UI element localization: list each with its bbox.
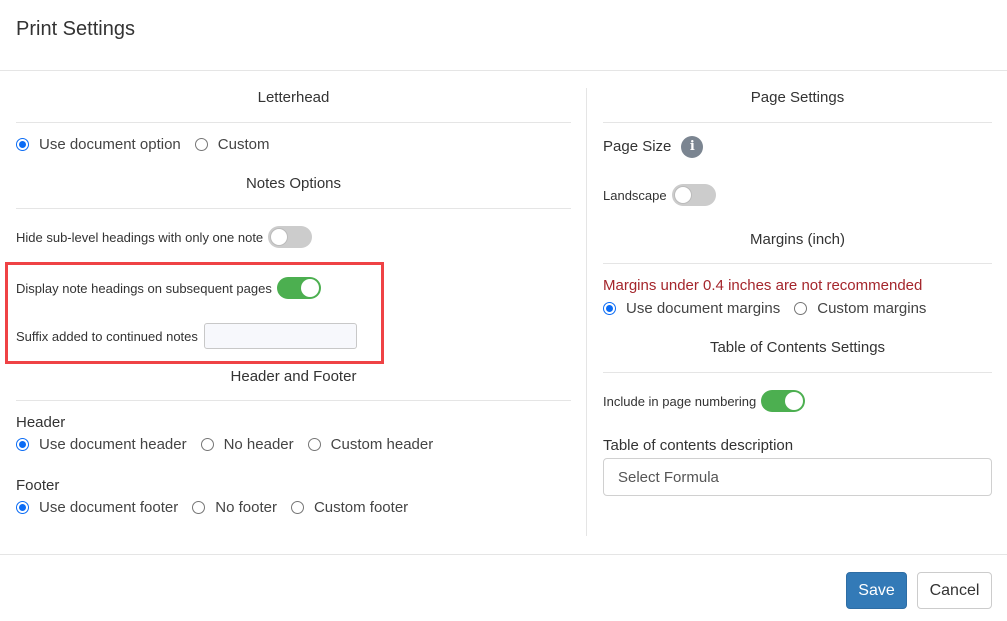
letterhead-divider — [16, 122, 571, 123]
cancel-button[interactable]: Cancel — [917, 572, 992, 609]
radio-custom-header[interactable]: Custom header — [307, 436, 434, 453]
radio-use-document-option[interactable]: Use document option — [16, 136, 181, 153]
radio-use-document-header[interactable]: Use document header — [16, 436, 187, 453]
radio-use-document-footer[interactable]: Use document footer — [16, 499, 178, 516]
suffix-input[interactable] — [203, 323, 357, 349]
margins-title: Margins (inch) — [749, 231, 846, 248]
header-footer-divider — [16, 400, 571, 401]
letterhead-title: Letterhead — [257, 89, 330, 106]
radio-custom-margins[interactable]: Custom margins — [794, 300, 926, 317]
info-icon[interactable]: i — [681, 136, 704, 158]
radio-label: Use document footer — [39, 499, 179, 516]
landscape-toggle[interactable] — [671, 184, 716, 206]
toggle-knob — [785, 392, 804, 410]
modal-title: Print Settings — [16, 18, 135, 40]
hide-sub-level-label: Hide sub-level headings with only one no… — [16, 229, 264, 245]
landscape-row: Landscape — [603, 184, 716, 206]
notes-options-divider — [16, 208, 571, 209]
radio-label: No footer — [215, 499, 277, 516]
radio-custom-letterhead[interactable]: Custom — [194, 136, 270, 153]
radio-button[interactable] — [794, 302, 808, 315]
include-numbering-toggle[interactable] — [761, 390, 806, 412]
radio-custom-footer[interactable]: Custom footer — [290, 499, 409, 516]
page-size-row: Page Size i — [603, 136, 704, 158]
radio-no-header[interactable]: No header — [200, 436, 294, 453]
radio-use-document-margins[interactable]: Use document margins — [603, 300, 780, 317]
letterhead-radio-group: Use document option Custom — [16, 136, 283, 153]
radio-label: Custom margins — [817, 300, 927, 317]
radio-button[interactable] — [16, 501, 29, 514]
radio-button[interactable] — [16, 438, 29, 451]
header-radio-group: Use document header No header Custom hea… — [16, 436, 447, 453]
margins-radio-group: Use document margins Custom margins — [603, 300, 940, 317]
column-divider — [586, 88, 587, 536]
toc-title: Table of Contents Settings — [709, 339, 886, 356]
toc-description-select[interactable]: Select Formula — [603, 458, 992, 496]
header-divider — [0, 70, 1007, 71]
page-settings-title: Page Settings — [750, 89, 845, 106]
margins-warning: Margins under 0.4 inches are not recomme… — [603, 277, 923, 294]
radio-button[interactable] — [290, 501, 304, 514]
display-note-headings-label: Display note headings on subsequent page… — [16, 280, 272, 296]
notes-options-title: Notes Options — [245, 175, 342, 192]
footer-divider — [0, 554, 1007, 555]
toggle-knob — [270, 228, 289, 246]
suffix-label: Suffix added to continued notes — [16, 328, 198, 344]
display-note-headings-toggle[interactable] — [276, 277, 321, 299]
radio-no-footer[interactable]: No footer — [192, 499, 277, 516]
radio-button[interactable] — [307, 438, 321, 451]
radio-button[interactable] — [194, 138, 208, 151]
page-size-label: Page Size — [603, 137, 672, 155]
toc-divider — [603, 372, 992, 373]
hide-sub-level-toggle[interactable] — [268, 226, 313, 248]
toc-description-label: Table of contents description — [603, 437, 794, 454]
header-footer-title: Header and Footer — [230, 368, 357, 385]
radio-label: Use document margins — [626, 300, 781, 317]
radio-label: Custom footer — [313, 499, 409, 516]
radio-button[interactable] — [603, 302, 616, 315]
radio-label: Custom header — [330, 436, 434, 453]
footer-radio-group: Use document footer No footer Custom foo… — [16, 499, 422, 516]
radio-button[interactable] — [200, 438, 214, 451]
suffix-row: Suffix added to continued notes — [16, 323, 357, 349]
landscape-label: Landscape — [603, 187, 667, 203]
include-numbering-row: Include in page numbering — [603, 390, 806, 412]
display-note-headings-row: Display note headings on subsequent page… — [16, 277, 321, 299]
radio-button[interactable] — [192, 501, 206, 514]
radio-label: Custom — [217, 136, 270, 153]
save-button[interactable]: Save — [846, 572, 907, 609]
radio-button[interactable] — [16, 138, 29, 151]
include-numbering-label: Include in page numbering — [603, 393, 757, 409]
radio-label: Use document header — [39, 436, 187, 453]
header-label: Header — [16, 414, 66, 431]
radio-label: No header — [223, 436, 294, 453]
footer-label: Footer — [16, 477, 60, 494]
page-settings-divider — [603, 122, 992, 123]
toggle-knob — [673, 186, 692, 204]
radio-label: Use document option — [39, 136, 181, 153]
margins-divider — [603, 263, 992, 264]
hide-sub-level-row: Hide sub-level headings with only one no… — [16, 226, 313, 248]
select-placeholder: Select Formula — [618, 468, 719, 486]
toggle-knob — [300, 279, 319, 297]
